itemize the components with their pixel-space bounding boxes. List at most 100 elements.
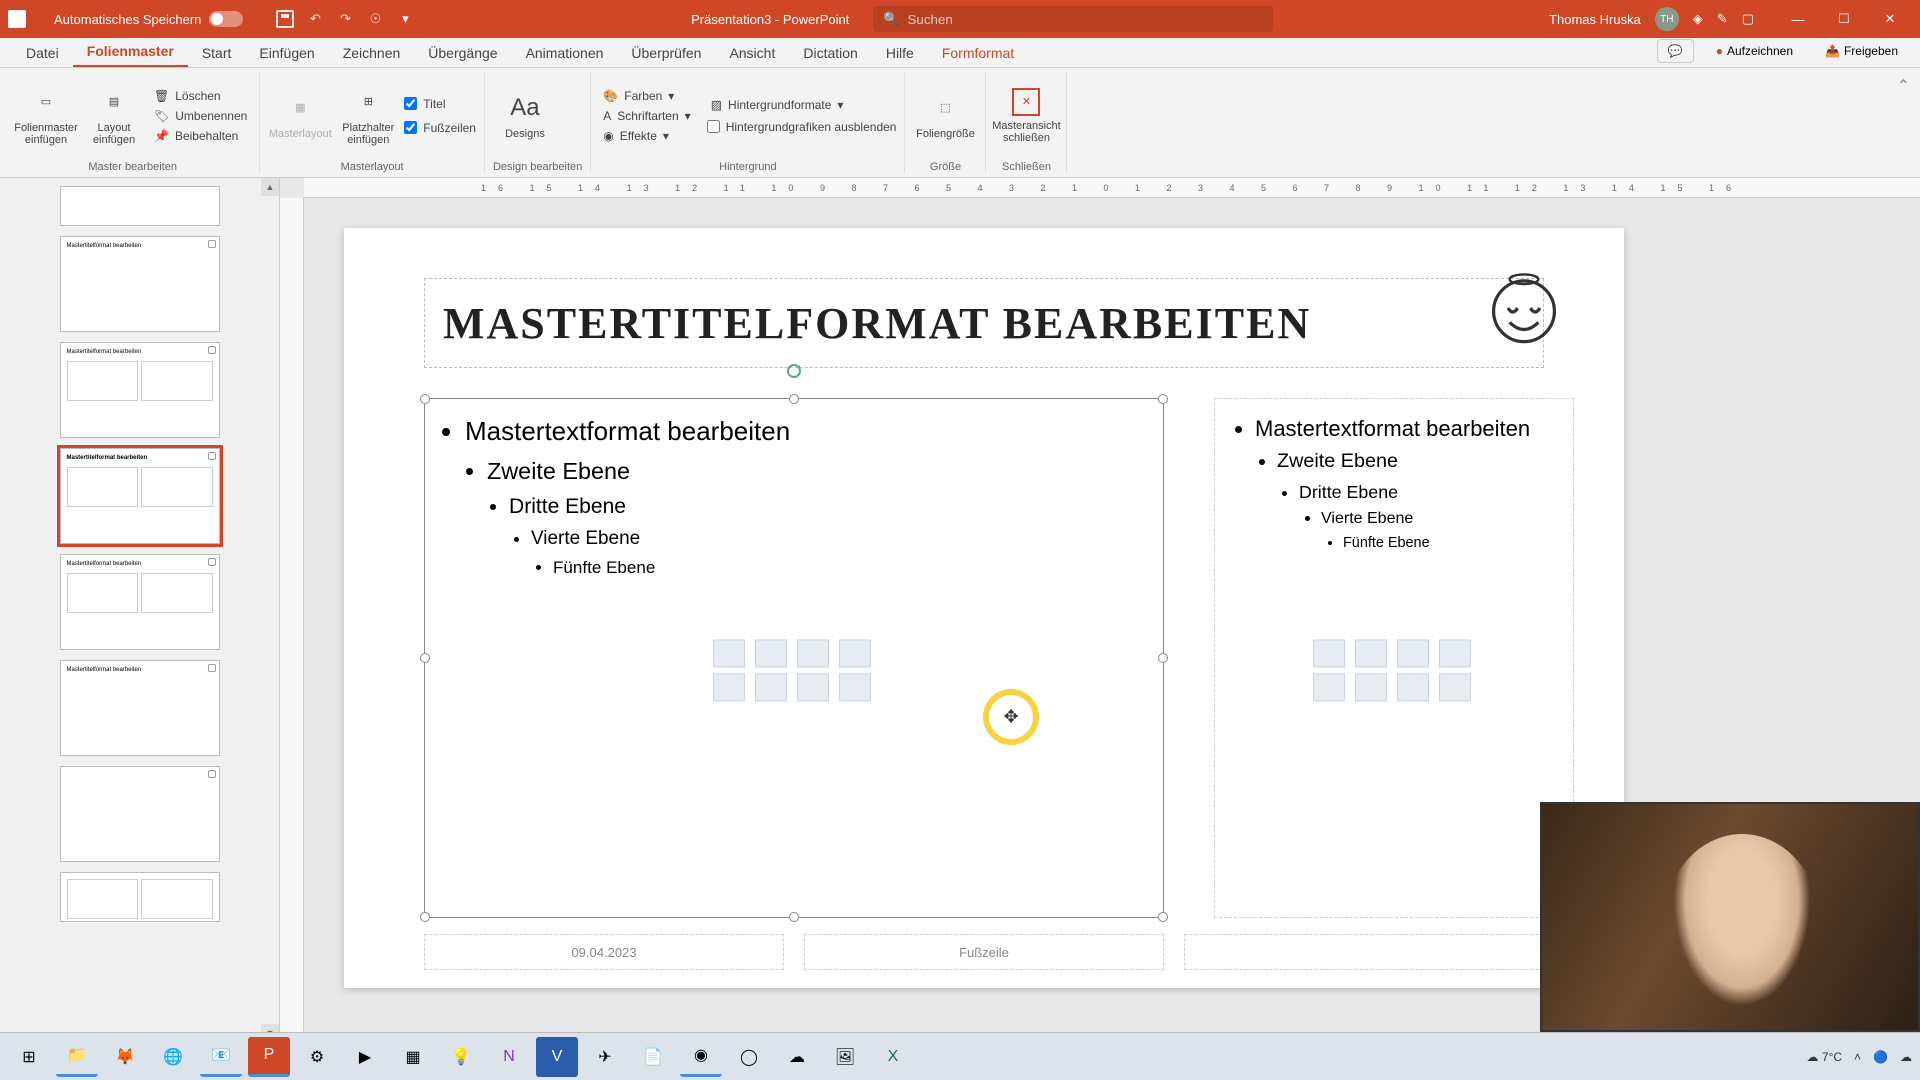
tab-folienmaster[interactable]: Folienmaster <box>73 37 188 67</box>
icon-icon[interactable] <box>1439 673 1471 701</box>
icon-icon[interactable] <box>839 673 871 701</box>
tab-zeichnen[interactable]: Zeichnen <box>329 39 415 67</box>
comments-button[interactable]: 💬 <box>1657 39 1694 63</box>
layout-thumbnail[interactable] <box>60 766 220 862</box>
tray-icon[interactable]: ☁ <box>1900 1050 1912 1064</box>
insert-slide-master-button[interactable]: ▭Folienmaster einfügen <box>14 76 78 156</box>
search-box[interactable]: 🔍 <box>873 6 1273 32</box>
title-placeholder[interactable]: MASTERTITELFORMAT BEARBEITEN <box>424 278 1544 368</box>
video-icon[interactable] <box>797 673 829 701</box>
background-styles-dropdown[interactable]: ▨ Hintergrundformate ▾ <box>707 96 897 114</box>
app-icon[interactable]: 💡 <box>440 1037 482 1077</box>
resize-handle[interactable] <box>789 912 799 922</box>
video-icon[interactable] <box>1397 673 1429 701</box>
firefox-icon[interactable]: 🦊 <box>104 1037 146 1077</box>
app-icon[interactable]: 🖼 <box>824 1037 866 1077</box>
search-input[interactable] <box>908 12 1264 27</box>
telegram-icon[interactable]: ✈ <box>584 1037 626 1077</box>
resize-handle[interactable] <box>1158 912 1168 922</box>
online-picture-icon[interactable] <box>755 673 787 701</box>
vlc-icon[interactable]: ▶ <box>344 1037 386 1077</box>
layout-thumbnail-selected[interactable]: Mastertitelformat bearbeiten <box>60 448 220 544</box>
content-insert-icons[interactable] <box>1313 639 1475 701</box>
window-icon[interactable]: ▢ <box>1742 11 1754 27</box>
touch-mode-icon[interactable]: ☉ <box>365 9 385 29</box>
start-button[interactable]: ⊞ <box>8 1037 50 1077</box>
date-placeholder[interactable]: 09.04.2023 <box>424 934 784 970</box>
share-button[interactable]: 📤 Freigeben <box>1815 40 1908 62</box>
chrome-icon[interactable]: 🌐 <box>152 1037 194 1077</box>
user-name[interactable]: Thomas Hruska <box>1549 12 1641 27</box>
footer-placeholder[interactable]: Fußzeile <box>804 934 1164 970</box>
layout-thumbnail[interactable]: Mastertitelformat bearbeiten <box>60 554 220 650</box>
tab-datei[interactable]: Datei <box>12 39 73 67</box>
layout-thumbnail[interactable] <box>60 872 220 922</box>
tray-chevron-icon[interactable]: ˄ <box>1854 1050 1861 1064</box>
app-icon[interactable]: 📄 <box>632 1037 674 1077</box>
tab-start[interactable]: Start <box>188 39 246 67</box>
3d-icon[interactable] <box>839 639 871 667</box>
insert-layout-button[interactable]: ▤Layout einfügen <box>82 76 146 156</box>
explorer-icon[interactable]: 📁 <box>56 1037 98 1077</box>
maximize-button[interactable]: ☐ <box>1822 4 1866 34</box>
text-bullets[interactable]: Mastertextformat bearbeiten Zweite Ebene… <box>425 399 1163 593</box>
smartart-icon[interactable] <box>797 639 829 667</box>
autosave-toggle[interactable] <box>209 11 243 27</box>
thumbnails-scrollbar[interactable]: ▲ ▼ <box>261 178 279 1042</box>
resize-handle[interactable] <box>1158 653 1168 663</box>
content-insert-icons[interactable] <box>713 639 875 701</box>
content-placeholder-left[interactable]: Mastertextformat bearbeiten Zweite Ebene… <box>424 398 1164 918</box>
outlook-icon[interactable]: 📧 <box>200 1037 242 1077</box>
record-button[interactable]: ●Aufzeichnen <box>1706 40 1803 62</box>
themes-button[interactable]: AaDesigns <box>493 76 557 156</box>
excel-icon[interactable]: X <box>872 1037 914 1077</box>
slide-size-button[interactable]: ⬚Foliengröße <box>913 76 977 156</box>
slide-thumbnails-panel[interactable]: Mastertitelformat bearbeiten Mastertitel… <box>0 178 280 1042</box>
rotate-handle-icon[interactable] <box>786 363 802 379</box>
redo-icon[interactable]: ↷ <box>335 9 355 29</box>
smartart-icon[interactable] <box>1397 639 1429 667</box>
fonts-dropdown[interactable]: A Schriftarten ▾ <box>599 107 694 125</box>
tab-ueberpruefen[interactable]: Überprüfen <box>617 39 715 67</box>
layout-thumbnail[interactable]: Mastertitelformat bearbeiten <box>60 342 220 438</box>
picture-icon[interactable] <box>1313 673 1345 701</box>
save-icon[interactable] <box>275 9 295 29</box>
picture-icon[interactable] <box>713 673 745 701</box>
minimize-button[interactable]: — <box>1776 4 1820 34</box>
onenote-icon[interactable]: N <box>488 1037 530 1077</box>
content-placeholder-right[interactable]: Mastertextformat bearbeiten Zweite Ebene… <box>1214 398 1574 918</box>
windows-taskbar[interactable]: ⊞ 📁 🦊 🌐 📧 P ⚙ ▶ ▦ 💡 N V ✈ 📄 ◉ ◯ ☁ 🖼 X ☁ … <box>0 1032 1920 1080</box>
collapse-ribbon-icon[interactable]: ⌃ <box>1897 78 1910 95</box>
close-button[interactable]: ✕ <box>1868 4 1912 34</box>
table-icon[interactable] <box>713 639 745 667</box>
tab-formformat[interactable]: Formformat <box>928 39 1028 67</box>
smiley-icon[interactable] <box>1484 268 1564 348</box>
tab-uebergaenge[interactable]: Übergänge <box>414 39 511 67</box>
chart-icon[interactable] <box>755 639 787 667</box>
resize-handle[interactable] <box>420 394 430 404</box>
effects-dropdown[interactable]: ◉ Effekte ▾ <box>599 127 694 145</box>
tab-hilfe[interactable]: Hilfe <box>872 39 928 67</box>
resize-handle[interactable] <box>420 912 430 922</box>
slide-title[interactable]: MASTERTITELFORMAT BEARBEITEN <box>443 298 1311 349</box>
tray-icon[interactable]: 🔵 <box>1873 1050 1888 1064</box>
layout-thumbnail[interactable]: Mastertitelformat bearbeiten <box>60 660 220 756</box>
undo-icon[interactable]: ↶ <box>305 9 325 29</box>
insert-placeholder-button[interactable]: ⊞Platzhalter einfügen <box>336 76 400 156</box>
tab-ansicht[interactable]: Ansicht <box>715 39 789 67</box>
app-icon[interactable]: ◯ <box>728 1037 770 1077</box>
colors-dropdown[interactable]: 🎨 Farben ▾ <box>599 87 694 105</box>
title-checkbox[interactable]: Titel <box>404 97 476 111</box>
scroll-up-icon[interactable]: ▲ <box>261 178 279 196</box>
pen-icon[interactable]: ✎ <box>1717 11 1728 27</box>
qat-dropdown-icon[interactable]: ▾ <box>395 9 415 29</box>
layout-thumbnail[interactable] <box>60 186 220 226</box>
layout-thumbnail[interactable]: Mastertitelformat bearbeiten <box>60 236 220 332</box>
tab-animationen[interactable]: Animationen <box>512 39 618 67</box>
footers-checkbox[interactable]: Fußzeilen <box>404 121 476 135</box>
table-icon[interactable] <box>1313 639 1345 667</box>
resize-handle[interactable] <box>789 394 799 404</box>
user-avatar[interactable]: TH <box>1655 7 1679 31</box>
slide-number-placeholder[interactable] <box>1184 934 1544 970</box>
powerpoint-icon[interactable]: P <box>248 1037 290 1077</box>
